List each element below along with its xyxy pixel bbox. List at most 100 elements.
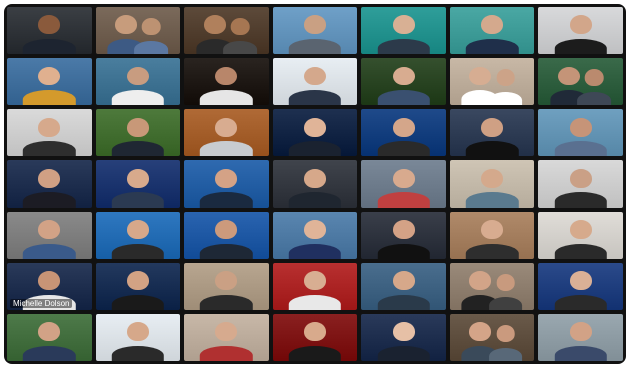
- participant-video-tile[interactable]: [272, 211, 358, 259]
- participant-video-tile[interactable]: [361, 7, 446, 55]
- participant-torso: [200, 90, 253, 106]
- participant-video-tile[interactable]: [7, 211, 92, 259]
- participant-video-tile[interactable]: [95, 211, 181, 259]
- participant-head: [215, 117, 238, 137]
- participant-video-tile[interactable]: [449, 262, 535, 310]
- participant-head: [392, 117, 415, 137]
- participant-head: [303, 15, 326, 35]
- participant-video-tile[interactable]: [449, 58, 535, 106]
- participant-video-tile[interactable]: [272, 7, 358, 55]
- participant-torso: [23, 90, 76, 106]
- participant-video-tile[interactable]: [272, 313, 358, 361]
- participant-torso: [488, 92, 523, 106]
- participant-video-tile[interactable]: [538, 313, 623, 361]
- participant-video-tile[interactable]: [361, 109, 446, 157]
- participant-torso: [111, 90, 165, 106]
- participant-video-tile[interactable]: [361, 160, 446, 208]
- participant-head: [303, 322, 326, 342]
- participant-torso: [111, 243, 165, 259]
- participant-head: [38, 168, 61, 188]
- participant-torso: [554, 192, 607, 208]
- participant-torso: [223, 40, 257, 55]
- participant-video-tile[interactable]: [538, 109, 623, 157]
- participant-video-tile[interactable]: Michelle Dolson: [7, 262, 92, 310]
- participant-head: [392, 271, 415, 291]
- participant-head: [126, 220, 149, 239]
- participant-video-tile[interactable]: [538, 262, 623, 310]
- participant-head: [38, 220, 61, 239]
- participant-video-tile[interactable]: [361, 58, 446, 106]
- participant-head: [203, 15, 226, 35]
- participant-video-tile[interactable]: [184, 211, 269, 259]
- participant-video-tile[interactable]: [538, 160, 623, 208]
- participant-torso: [288, 39, 342, 55]
- participant-head: [303, 117, 326, 137]
- participant-torso: [377, 90, 430, 106]
- participant-head: [569, 117, 592, 137]
- participant-video-tile[interactable]: [449, 211, 535, 259]
- participant-video-tile[interactable]: [95, 58, 181, 106]
- participant-video-tile[interactable]: [7, 160, 92, 208]
- participant-video-tile[interactable]: [361, 211, 446, 259]
- participant-video-tile[interactable]: [272, 262, 358, 310]
- participant-video-tile[interactable]: [538, 58, 623, 106]
- participant-video-tile[interactable]: [449, 160, 535, 208]
- participant-head: [38, 322, 61, 342]
- participant-video-tile[interactable]: [449, 7, 535, 55]
- participant-video-tile[interactable]: [361, 313, 446, 361]
- participant-torso: [200, 294, 253, 310]
- participant-video-tile[interactable]: [95, 313, 181, 361]
- participant-head: [215, 322, 238, 342]
- participant-video-tile[interactable]: [184, 313, 269, 361]
- participant-video-tile[interactable]: [361, 262, 446, 310]
- participant-torso: [111, 192, 165, 208]
- participant-head: [481, 168, 504, 188]
- participant-head: [469, 66, 492, 86]
- participant-torso: [111, 141, 165, 157]
- participant-video-tile[interactable]: [95, 7, 181, 55]
- participant-head: [557, 66, 580, 86]
- participant-torso: [554, 141, 607, 157]
- participant-head: [469, 271, 492, 291]
- participant-video-tile[interactable]: [7, 109, 92, 157]
- video-call-window: Michelle Dolson: [0, 0, 629, 366]
- participant-torso: [288, 141, 342, 157]
- participant-torso: [23, 243, 76, 259]
- participant-video-tile[interactable]: [184, 160, 269, 208]
- participant-head: [392, 322, 415, 342]
- participant-torso: [200, 141, 253, 157]
- participant-video-tile[interactable]: [449, 109, 535, 157]
- participant-torso: [577, 92, 612, 106]
- participant-video-tile[interactable]: [7, 58, 92, 106]
- participant-video-tile[interactable]: [538, 211, 623, 259]
- participant-video-tile[interactable]: [184, 109, 269, 157]
- participant-torso: [288, 192, 342, 208]
- participant-video-tile[interactable]: [538, 7, 623, 55]
- participant-video-tile[interactable]: [272, 109, 358, 157]
- participant-torso: [288, 90, 342, 106]
- participant-video-tile[interactable]: [272, 58, 358, 106]
- participant-head: [496, 325, 515, 343]
- participant-video-tile[interactable]: [95, 109, 181, 157]
- participant-video-tile[interactable]: [95, 262, 181, 310]
- participant-torso: [488, 296, 523, 310]
- participant-head: [569, 15, 592, 35]
- participant-torso: [200, 192, 253, 208]
- participant-head: [126, 117, 149, 137]
- participant-video-tile[interactable]: [184, 58, 269, 106]
- participant-head: [569, 220, 592, 239]
- participant-head: [215, 220, 238, 239]
- participant-video-tile[interactable]: [449, 313, 535, 361]
- participant-video-tile[interactable]: [7, 313, 92, 361]
- participant-torso: [465, 243, 519, 259]
- participant-head: [38, 15, 61, 35]
- participant-head: [142, 18, 161, 36]
- participant-video-tile[interactable]: [184, 7, 269, 55]
- participant-head: [569, 271, 592, 291]
- participant-torso: [554, 294, 607, 310]
- participant-video-tile[interactable]: [184, 262, 269, 310]
- participant-video-tile[interactable]: [272, 160, 358, 208]
- participant-video-tile[interactable]: [95, 160, 181, 208]
- participant-video-tile[interactable]: [7, 7, 92, 55]
- participant-head: [215, 271, 238, 291]
